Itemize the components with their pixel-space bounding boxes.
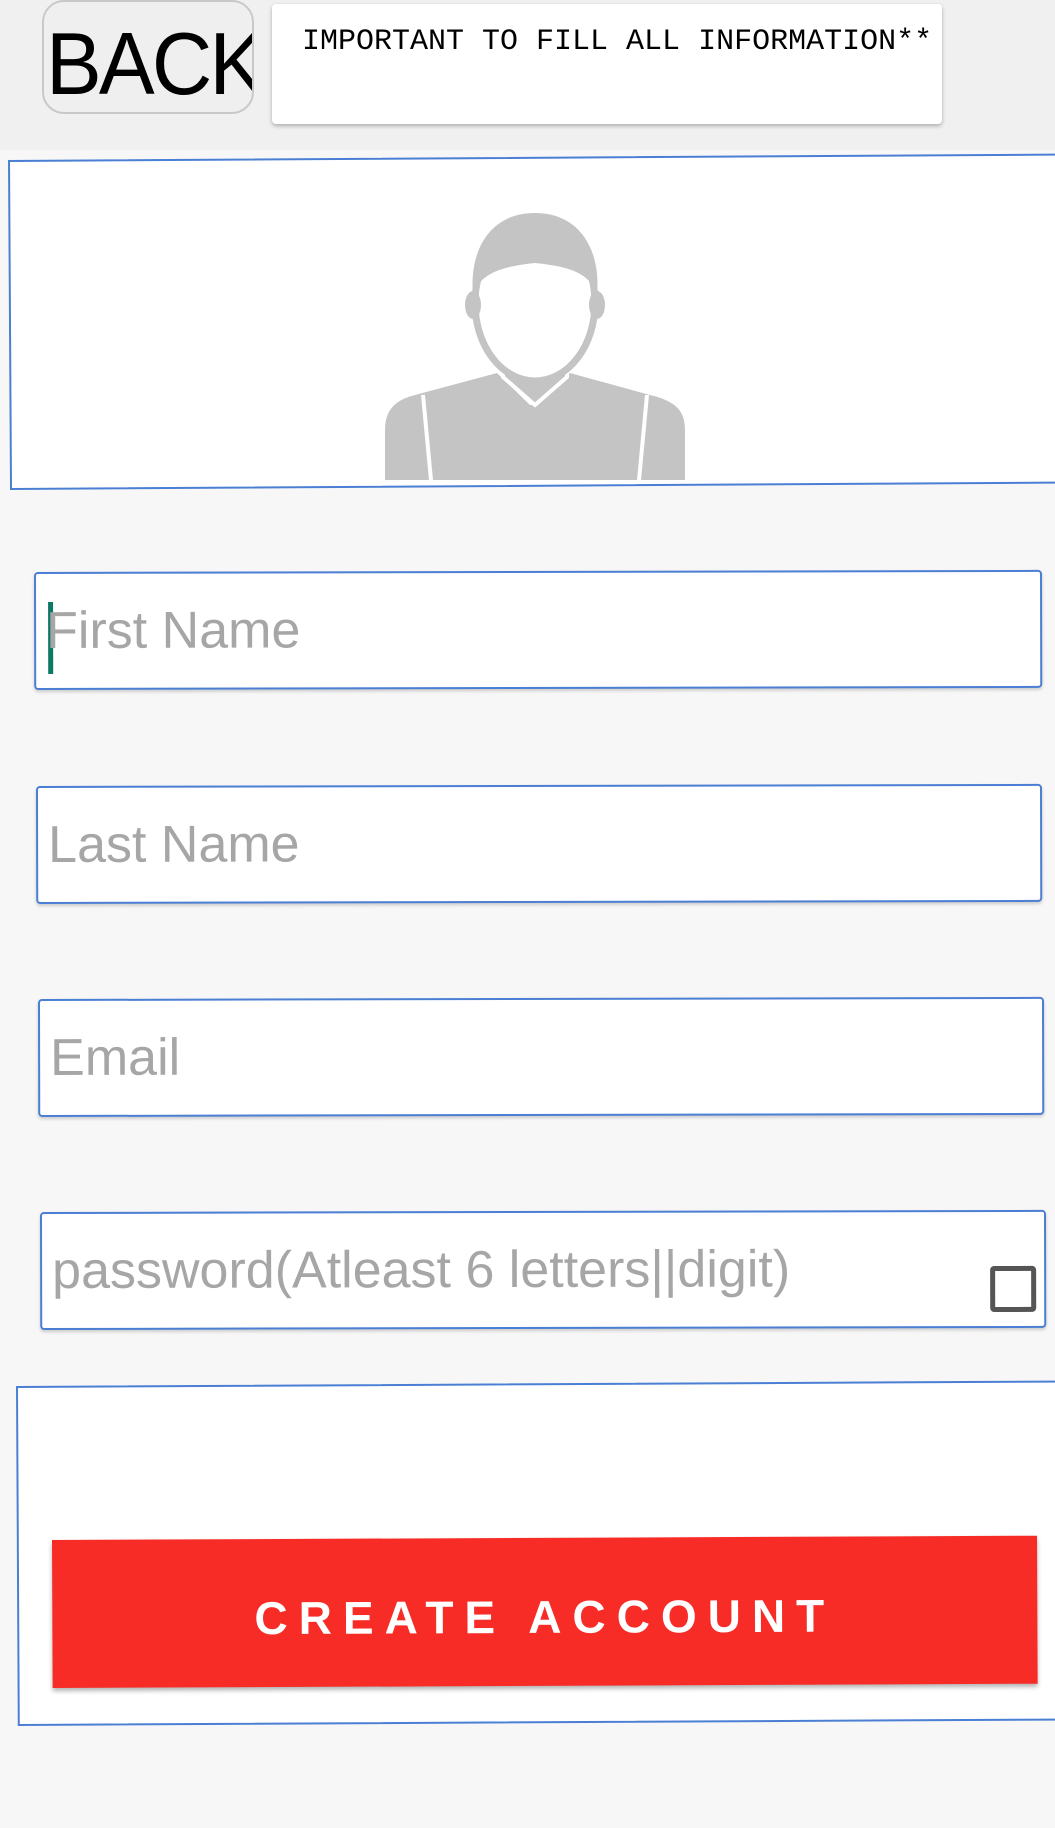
notice-text: IMPORTANT TO FILL ALL INFORMATION** <box>302 25 933 59</box>
create-account-button[interactable]: CREATE ACCOUNT <box>52 1535 1038 1688</box>
last-name-input[interactable] <box>48 799 1031 888</box>
password-input[interactable] <box>52 1226 953 1314</box>
first-name-input[interactable] <box>46 585 1031 674</box>
password-field[interactable] <box>40 1209 1047 1330</box>
back-button-label: BACK <box>46 14 254 113</box>
email-field[interactable] <box>38 996 1045 1117</box>
signup-screen: BACK IMPORTANT TO FILL ALL INFORMATION** <box>0 0 1055 1828</box>
last-name-field[interactable] <box>36 783 1043 904</box>
back-button[interactable]: BACK <box>42 0 254 114</box>
show-password-checkbox[interactable] <box>990 1265 1037 1313</box>
person-silhouette-icon[interactable] <box>385 205 690 480</box>
email-input[interactable] <box>50 1012 1033 1101</box>
first-name-field[interactable] <box>34 569 1043 690</box>
create-account-label: CREATE ACCOUNT <box>254 1589 836 1645</box>
notice-banner: IMPORTANT TO FILL ALL INFORMATION** <box>272 4 942 124</box>
